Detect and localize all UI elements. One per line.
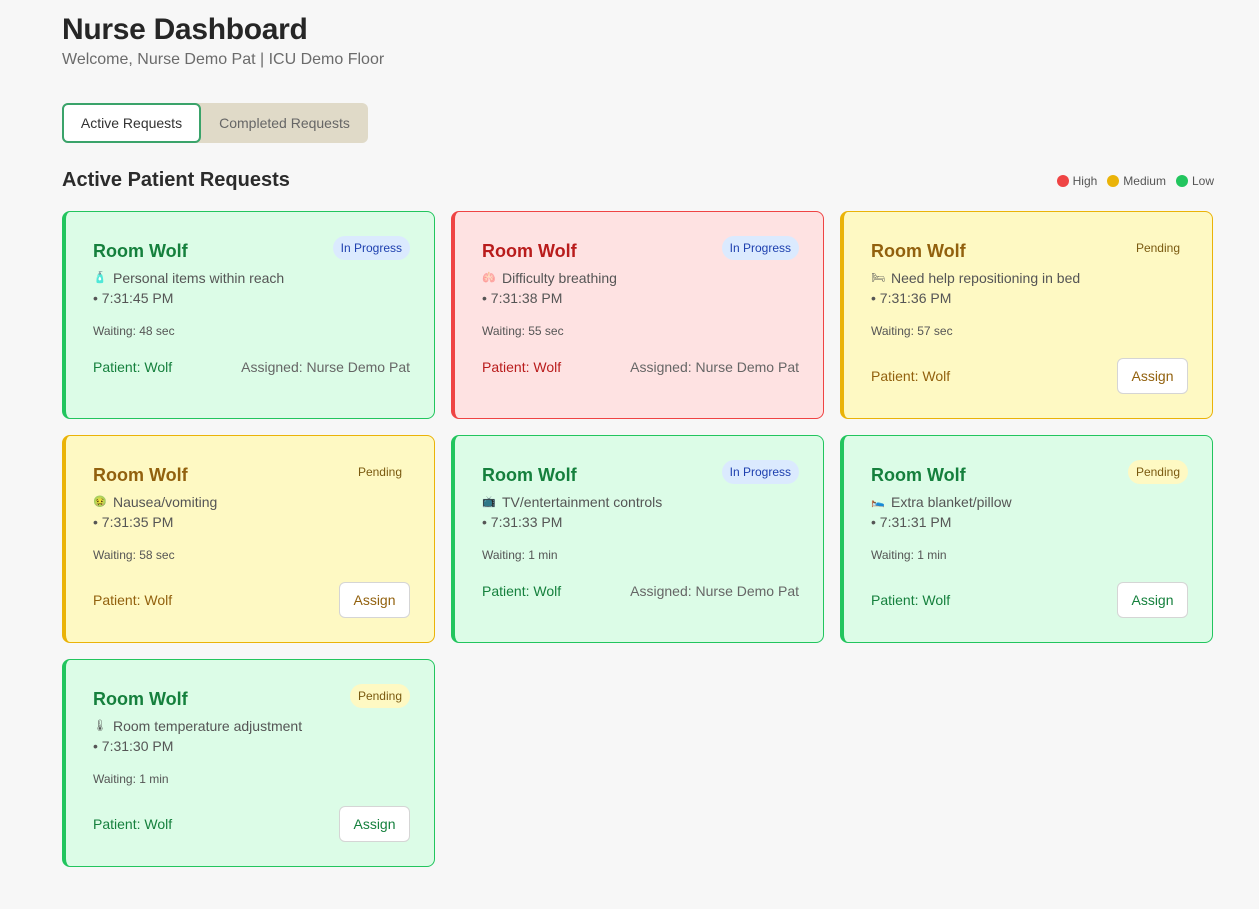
assigned-nurse: Assigned: Nurse Demo Pat bbox=[630, 359, 799, 375]
room-name: Room Wolf bbox=[482, 465, 577, 485]
request-time: • 7:31:31 PM bbox=[871, 514, 952, 530]
assigned-nurse: Assigned: Nurse Demo Pat bbox=[630, 583, 799, 599]
status-badge: In Progress bbox=[721, 236, 799, 260]
page-title: Nurse Dashboard bbox=[62, 13, 308, 46]
request-time: • 7:31:45 PM bbox=[93, 290, 174, 306]
blanket-icon: 🛌 bbox=[871, 496, 885, 508]
section-header: Active Patient Requests High Medium Low bbox=[62, 169, 1214, 192]
thermometer-icon: 🌡 bbox=[93, 720, 107, 732]
room-name: Room Wolf bbox=[93, 689, 188, 709]
request-time: • 7:31:36 PM bbox=[871, 290, 952, 306]
room-name: Room Wolf bbox=[482, 241, 577, 261]
patient-name: Patient: Wolf bbox=[482, 359, 562, 375]
low-dot-icon bbox=[1175, 174, 1188, 187]
patient-name: Patient: Wolf bbox=[93, 816, 173, 832]
room-name: Room Wolf bbox=[871, 465, 966, 485]
request-card: Room Wolf Pending 🛌 Extra blanket/pillow … bbox=[840, 435, 1213, 643]
waiting-time: Waiting: 57 sec bbox=[871, 324, 953, 338]
patient-name: Patient: Wolf bbox=[871, 592, 951, 608]
priority-legend: High Medium Low bbox=[1056, 173, 1214, 188]
assign-button[interactable]: Assign bbox=[1117, 582, 1188, 618]
nausea-face-icon: 🤢 bbox=[93, 496, 107, 508]
request-time: • 7:31:33 PM bbox=[482, 514, 563, 530]
request-text: Personal items within reach bbox=[113, 270, 285, 286]
assign-button[interactable]: Assign bbox=[1117, 358, 1188, 394]
request-time: • 7:31:35 PM bbox=[93, 514, 174, 530]
request-card: Room Wolf In Progress 📺 TV/entertainment … bbox=[451, 435, 824, 643]
request-text: Extra blanket/pillow bbox=[891, 494, 1012, 510]
status-badge: Pending bbox=[357, 465, 402, 479]
tab-completed-requests[interactable]: Completed Requests bbox=[201, 103, 368, 143]
request-tabs: Active Requests Completed Requests bbox=[62, 103, 368, 143]
medium-dot-icon bbox=[1107, 174, 1120, 187]
request-text: Difficulty breathing bbox=[502, 270, 617, 286]
status-badge: Pending bbox=[1127, 460, 1188, 484]
request-card: Room Wolf In Progress 🫁 Difficulty breath… bbox=[451, 211, 824, 419]
legend-item-low: Low bbox=[1175, 173, 1214, 188]
waiting-time: Waiting: 55 sec bbox=[482, 324, 564, 338]
patient-name: Patient: Wolf bbox=[482, 583, 562, 599]
assign-button[interactable]: Assign bbox=[339, 806, 410, 842]
page-subtitle: Welcome, Nurse Demo Pat | ICU Demo Floor bbox=[62, 51, 385, 68]
room-name: Room Wolf bbox=[93, 241, 188, 261]
waiting-time: Waiting: 1 min bbox=[93, 772, 169, 786]
request-text: Nausea/vomiting bbox=[113, 494, 218, 510]
request-time: • 7:31:38 PM bbox=[482, 290, 563, 306]
waiting-time: Waiting: 58 sec bbox=[93, 548, 175, 562]
request-card: Room Wolf Pending 🤢 Nausea/vomiting • 7:3… bbox=[62, 435, 435, 643]
room-name: Room Wolf bbox=[871, 241, 966, 261]
dashboard-page: Nurse Dashboard Welcome, Nurse Demo Pat … bbox=[62, 12, 1214, 867]
lotion-icon: 🧴 bbox=[93, 272, 107, 284]
patient-name: Patient: Wolf bbox=[93, 359, 173, 375]
status-badge: Pending bbox=[1135, 241, 1180, 255]
assigned-nurse: Assigned: Nurse Demo Pat bbox=[241, 359, 410, 375]
request-time: • 7:31:30 PM bbox=[93, 738, 174, 754]
section-title: Active Patient Requests bbox=[62, 169, 290, 191]
request-text: Need help repositioning in bed bbox=[891, 270, 1081, 286]
high-dot-icon bbox=[1056, 174, 1069, 187]
lungs-icon: 🫁 bbox=[482, 272, 496, 284]
legend-label: Medium bbox=[1123, 173, 1166, 188]
assign-button[interactable]: Assign bbox=[339, 582, 410, 618]
request-text: Room temperature adjustment bbox=[113, 718, 303, 734]
room-name: Room Wolf bbox=[93, 465, 188, 485]
legend-label: High bbox=[1072, 173, 1098, 188]
tv-icon: 📺 bbox=[482, 496, 496, 508]
request-card: Room Wolf Pending 🛏 Need help repositioni… bbox=[840, 211, 1213, 419]
legend-label: Low bbox=[1191, 173, 1214, 188]
status-badge: Pending bbox=[349, 684, 410, 708]
patient-name: Patient: Wolf bbox=[871, 368, 951, 384]
legend-item-high: High bbox=[1056, 173, 1098, 188]
request-text: TV/entertainment controls bbox=[502, 494, 663, 510]
status-badge: In Progress bbox=[332, 236, 410, 260]
patient-name: Patient: Wolf bbox=[93, 592, 173, 608]
waiting-time: Waiting: 1 min bbox=[871, 548, 947, 562]
tab-active-requests[interactable]: Active Requests bbox=[62, 103, 201, 143]
waiting-time: Waiting: 1 min bbox=[482, 548, 558, 562]
request-card: Room Wolf Pending 🌡 Room temperature adju… bbox=[62, 659, 435, 867]
request-card: Room Wolf In Progress 🧴 Personal items wi… bbox=[62, 211, 435, 419]
bed-icon: 🛏 bbox=[871, 272, 885, 284]
status-badge: In Progress bbox=[721, 460, 799, 484]
legend-item-medium: Medium bbox=[1107, 174, 1166, 188]
waiting-time: Waiting: 48 sec bbox=[93, 324, 175, 338]
